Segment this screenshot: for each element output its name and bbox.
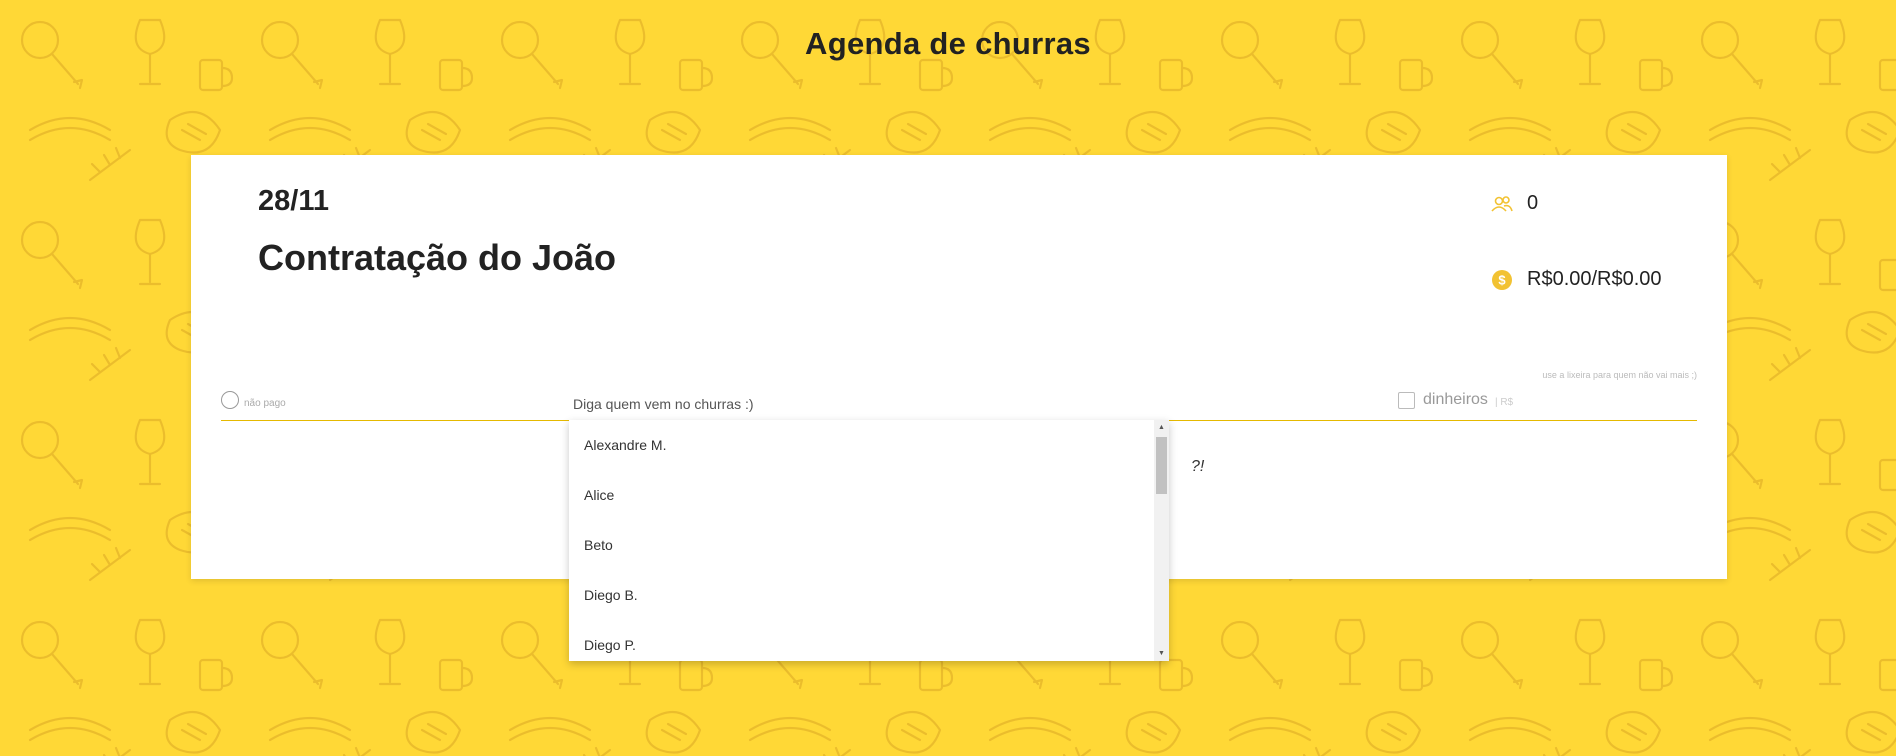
event-date: 28/11 [258,185,329,217]
money-checkbox[interactable] [1398,391,1415,409]
participant-name-input[interactable] [573,387,1153,420]
trash-helper-text: use a lixeira para quem não vai mais ;) [1542,370,1697,380]
dropdown-option[interactable]: Alexandre M. [569,420,1154,470]
dropdown-option[interactable]: Diego P. [569,620,1154,661]
paid-toggle[interactable]: não pago [221,391,286,409]
dropdown-list: Alexandre M. Alice Beto Diego B. Diego P… [569,420,1154,661]
people-count: 0 [1491,192,1538,215]
scroll-thumb[interactable] [1156,437,1167,494]
svg-text:$: $ [1498,272,1506,287]
money-total-value: R$0.00/R$0.00 [1527,268,1662,290]
money-total: $ R$0.00/R$0.00 [1491,268,1662,291]
money-label: dinheiros [1423,391,1488,408]
dropdown-option[interactable]: Alice [569,470,1154,520]
paid-label: não pago [244,397,286,409]
money-field[interactable]: dinheiros | R$ [1398,391,1513,409]
scroll-up-arrow-icon[interactable]: ▲ [1154,420,1169,435]
name-autocomplete-dropdown[interactable]: Alexandre M. Alice Beto Diego B. Diego P… [569,420,1169,661]
dollar-coin-icon: $ [1491,269,1513,291]
people-count-value: 0 [1527,192,1539,214]
money-unit: | R$ [1494,396,1514,408]
people-icon [1491,193,1513,215]
paid-radio-circle[interactable] [221,391,239,409]
event-name: Contratação do João [258,237,617,278]
empty-list-hint: ?! [1191,458,1205,475]
scroll-down-arrow-icon[interactable]: ▼ [1154,646,1169,661]
dropdown-scrollbar[interactable]: ▲ ▼ [1154,420,1169,661]
dropdown-option[interactable]: Beto [569,520,1154,570]
add-participant-row: não pago dinheiros | R$ [221,387,1697,421]
page-title: Agenda de churras [805,26,1091,61]
dropdown-option[interactable]: Diego B. [569,570,1154,620]
